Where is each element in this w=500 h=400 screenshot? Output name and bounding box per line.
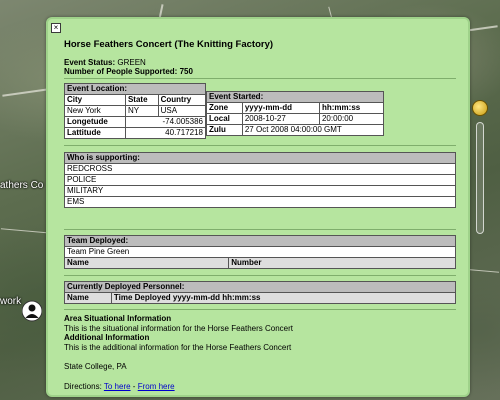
people-supported-value: 750	[179, 67, 193, 76]
address: State College, PA	[64, 362, 127, 371]
map-place-label: athers Co	[0, 180, 44, 191]
table-cell: 2008-10-27	[241, 113, 320, 125]
person-marker-icon[interactable]	[22, 300, 42, 322]
divider	[64, 309, 456, 310]
map-place-label: work	[0, 296, 22, 307]
table-row: EMS	[64, 196, 456, 208]
situational-text: This is the situational information for …	[64, 323, 293, 333]
divider	[64, 275, 456, 276]
zulu-label: Zulu	[206, 124, 243, 136]
event-started-table: Event Started: Zone yyyy-mm-dd hh:mm:ss …	[206, 91, 385, 136]
column-header: Name	[63, 257, 230, 269]
column-header: hh:mm:ss	[318, 102, 385, 114]
column-header: Zone	[206, 102, 243, 114]
longitude-value: -74.005386	[124, 116, 207, 128]
look-around-knob-icon[interactable]	[472, 100, 488, 116]
event-status-label: Event Status:	[64, 58, 116, 67]
table-header: Currently Deployed Personnel:	[64, 281, 456, 293]
table-header: Who is supporting:	[64, 152, 456, 164]
table-cell: New York	[64, 105, 126, 117]
from-here-link[interactable]: From here	[138, 382, 175, 391]
divider	[64, 145, 456, 146]
table-row: MILITARY	[64, 185, 456, 197]
table-row: POLICE	[64, 174, 456, 186]
additional-title: Additional Information	[64, 333, 150, 342]
column-header: Name	[64, 292, 112, 304]
column-header: Time Deployed yyyy-mm-dd hh:mm:ss	[110, 292, 457, 304]
column-header: City	[64, 94, 126, 106]
zulu-value: 27 Oct 2008 04:00:00 GMT	[241, 124, 385, 136]
event-location-table: Event Location: City State Country New Y…	[64, 83, 207, 139]
column-header: yyyy-mm-dd	[241, 102, 320, 114]
event-status: Event Status: GREEN	[64, 58, 146, 67]
column-header: Country	[157, 94, 207, 106]
people-supported-label: Number of People Supported:	[64, 67, 178, 76]
divider	[64, 229, 456, 230]
column-header: Number	[228, 257, 456, 269]
directions-label: Directions:	[64, 381, 102, 391]
latitude-value: 40.717218	[124, 127, 207, 139]
table-header: Team Deployed:	[64, 235, 456, 247]
table-cell: Local	[206, 113, 243, 125]
event-status-value: GREEN	[117, 58, 146, 67]
table-header: Event Started:	[206, 91, 384, 103]
table-cell: NY	[124, 105, 159, 117]
team-deployed-table: Team Deployed: Team Pine Green Name Numb…	[63, 235, 456, 269]
close-button[interactable]: ×	[51, 23, 61, 33]
people-supported: Number of People Supported: 750	[64, 67, 193, 76]
directions-separator: -	[132, 381, 136, 391]
table-row: REDCROSS	[64, 163, 456, 175]
longitude-label: Longetude	[64, 116, 126, 128]
situational-title: Area Situational Information	[64, 314, 172, 323]
zoom-slider[interactable]	[476, 122, 484, 234]
table-header: Event Location:	[64, 83, 206, 95]
team-name-value: Team Pine Green	[64, 246, 456, 258]
supporting-table: Who is supporting: REDCROSS POLICE MILIT…	[64, 152, 456, 208]
directions: Directions: To here - From here	[64, 382, 454, 392]
additional-text: This is the additional information for t…	[64, 342, 292, 352]
column-header: State	[124, 94, 159, 106]
balloon-title: Horse Feathers Concert (The Knitting Fac…	[64, 39, 274, 50]
deployed-personnel-table: Currently Deployed Personnel: Name Time …	[64, 281, 457, 304]
to-here-link[interactable]: To here	[104, 382, 131, 391]
divider	[64, 78, 456, 79]
latitude-label: Lattitude	[64, 127, 126, 139]
info-balloon: × Horse Feathers Concert (The Knitting F…	[46, 17, 470, 397]
table-cell: USA	[157, 105, 207, 117]
table-cell: 20:00:00	[318, 113, 385, 125]
area-information: Area Situational Information This is the…	[64, 314, 454, 391]
